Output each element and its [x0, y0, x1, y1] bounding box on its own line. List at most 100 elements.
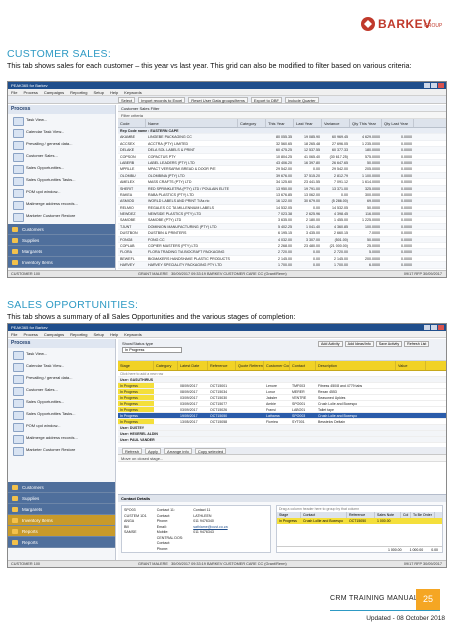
sidebar-item-customer-sales[interactable]: Customer Sales... [8, 150, 115, 162]
reset-groups-button[interactable]: Reset User Data groups/items [188, 96, 248, 103]
add-activity-button[interactable]: Add Activity [318, 341, 343, 347]
col-category[interactable]: Category [154, 361, 178, 370]
sidebar-item-pom-window[interactable]: POM upd window... [8, 186, 115, 198]
sidebar-item-calendar-task-view[interactable]: Calendar Task View... [8, 126, 115, 138]
minimize-icon[interactable] [424, 325, 430, 330]
col-latest-date[interactable]: Latest Date [178, 361, 208, 370]
arrange-info-button[interactable]: Arrange info [164, 447, 192, 454]
table-cell [238, 243, 266, 248]
table-cell: NEWDEZ [120, 212, 136, 217]
minimize-icon[interactable] [424, 83, 430, 88]
sidebar-item-sales-opportunities[interactable]: Sales Opportunities... [8, 396, 115, 408]
sidebar-item-sales-opportunity-tasks[interactable]: Sales Opportunities Tasks... [8, 408, 115, 420]
sidebar-item-sales-opportunities[interactable]: Sales Opportunities... [8, 162, 115, 174]
col-qty-this-year[interactable]: Qty This Year [350, 119, 382, 127]
sidebar-item-marketer-restore[interactable]: Marketer Customer Restore [8, 210, 115, 222]
sidebar-item-prevailing-data[interactable]: Prevailing / general data... [8, 372, 115, 384]
module-supplies[interactable]: Supplies [8, 493, 115, 504]
col-value[interactable]: Value [396, 361, 426, 370]
menu-reporting[interactable]: Reporting [70, 331, 87, 337]
table-cell: 12 537.55 [304, 148, 320, 153]
menu-help[interactable]: Help [110, 331, 118, 337]
col-category[interactable]: Category [238, 119, 266, 127]
move-stage-hint[interactable]: Move on closed stage... [118, 455, 446, 462]
export-excel-button[interactable]: Import records to Excel [138, 96, 186, 103]
close-icon[interactable] [438, 83, 444, 88]
col-this-year[interactable]: This Year [266, 119, 294, 127]
col-contact[interactable]: Contact [290, 361, 316, 370]
add-ideas-button[interactable]: Add Ideas/Info [344, 341, 374, 347]
module-margarets[interactable]: Margarets [8, 246, 115, 257]
maximize-icon[interactable] [431, 83, 437, 88]
menu-help[interactable]: Help [110, 89, 118, 95]
module-customers[interactable]: Customers [8, 224, 115, 235]
refresh-button[interactable]: Refresh [122, 447, 143, 454]
col-reference[interactable]: Reference [208, 361, 236, 370]
module-margarets[interactable]: Margarets [8, 504, 115, 515]
menu-process[interactable]: Process [23, 331, 37, 337]
maximize-icon[interactable] [431, 325, 437, 330]
col-code[interactable]: Code [118, 119, 146, 127]
status-filter-select[interactable]: In Progress [122, 347, 182, 353]
menu-setup[interactable]: Setup [93, 89, 103, 95]
menu-campaigns[interactable]: Campaigns [44, 89, 64, 95]
table-cell [396, 419, 426, 424]
sidebar-item-pom-window[interactable]: POM upd window... [8, 420, 115, 432]
sidebar-item-prevailing-data[interactable]: Prevailing / general data... [8, 138, 115, 150]
menu-process[interactable]: Process [23, 89, 37, 95]
include-quarter-toggle[interactable]: Include Quarter [284, 96, 319, 103]
filter-criteria-row[interactable]: Filter criteria [118, 112, 446, 119]
col-variance[interactable]: Variance [322, 119, 350, 127]
save-activity-button[interactable]: Save Activity [375, 341, 403, 347]
table-cell: LABERB [120, 160, 135, 165]
module-inventory-items[interactable]: Inventory Items [8, 515, 115, 526]
table-cell: 0.0000 [401, 135, 412, 140]
sidebar-item-mailmerge[interactable]: Mailmerge address records... [8, 198, 115, 210]
module-inventory-items[interactable]: Inventory Items [8, 257, 115, 268]
menu-file[interactable]: File [11, 331, 17, 337]
menu-keywords[interactable]: Keywords [124, 89, 142, 95]
apply-button[interactable]: Apply [145, 447, 162, 454]
tab-customer-sales[interactable]: Customer Sales Filter [118, 105, 446, 112]
sidebar-item-customer-sales[interactable]: Customer Sales... [8, 384, 115, 396]
module-customers[interactable]: Customers [8, 482, 115, 493]
table-cell: 0.00 [313, 167, 320, 172]
sidebar-item-task-view[interactable]: Task View... [8, 348, 115, 360]
col-customer-code[interactable]: Customer Code [264, 361, 290, 370]
opportunity-filter-bar: Show/Status type In Progress Add Activit… [118, 339, 446, 361]
sidebar-item-calendar-task-view[interactable]: Calendar Task View... [8, 360, 115, 372]
export-dbf-button[interactable]: Export to DBF [250, 96, 282, 103]
module-reports-2[interactable]: Reports [8, 537, 115, 548]
module-supplies[interactable]: Supplies [8, 235, 115, 246]
table-cell: 16 122.00 [276, 199, 292, 204]
col-last-year[interactable]: Last Year [294, 119, 322, 127]
menu-bar: File Process Campaigns Reporting Setup H… [8, 331, 446, 338]
col-quote-reference[interactable]: Quote Reference [236, 361, 264, 370]
status-left: CUSTOMER 100 [11, 562, 41, 566]
table-cell: COPLAB [120, 244, 135, 249]
activity-row[interactable]: In Progress Crush Lollie and Boxespo OCT… [277, 518, 442, 524]
col-name[interactable]: Name [146, 119, 238, 127]
select-button[interactable]: Select [118, 96, 136, 103]
menu-campaigns[interactable]: Campaigns [44, 331, 64, 337]
col-stage[interactable]: Stage [118, 361, 154, 370]
menu-reporting[interactable]: Reporting [70, 89, 87, 95]
refresh-list-button[interactable]: Refresh List [404, 341, 430, 347]
sidebar-item-mailmerge[interactable]: Mailmerge address records... [8, 432, 115, 444]
menu-keywords[interactable]: Keywords [124, 331, 142, 337]
copy-selected-button[interactable]: Copy selected [194, 447, 227, 454]
menu-file[interactable]: File [11, 89, 17, 95]
sidebar-item-sales-opportunity-tasks[interactable]: Sales Opportunities Tasks... [8, 174, 115, 186]
col-description[interactable]: Description [316, 361, 396, 370]
col-qty-last-year[interactable]: Qty Last Year [382, 119, 414, 127]
user-group-row[interactable]: User: PAUL VANDER [118, 437, 446, 443]
table-cell [238, 160, 266, 165]
table-cell [154, 389, 178, 394]
menu-setup[interactable]: Setup [93, 331, 103, 337]
sidebar-item-task-view[interactable]: Task View... [8, 114, 115, 126]
module-reports[interactable]: Reports [8, 526, 115, 537]
sidebar-item-marketer-restore[interactable]: Marketer Customer Restore [8, 444, 115, 456]
close-icon[interactable] [438, 325, 444, 330]
table-cell: 50.0000 [367, 160, 380, 165]
table-cell: 60 475.25 [276, 148, 292, 153]
